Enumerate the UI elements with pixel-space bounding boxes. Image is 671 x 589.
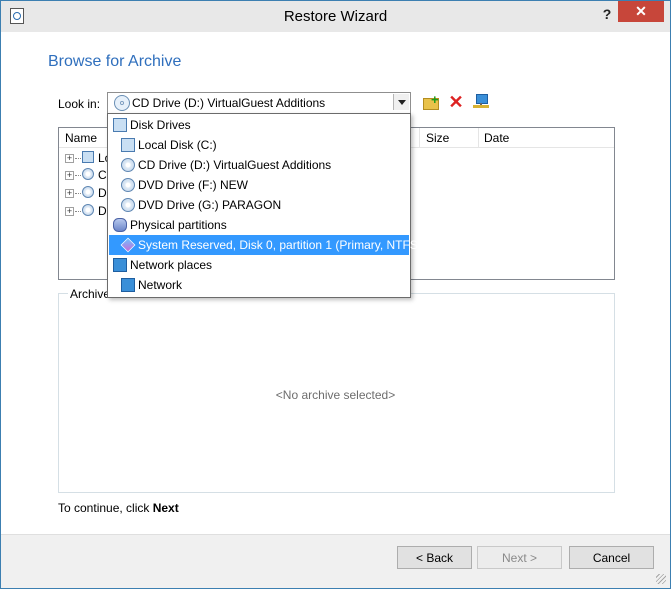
cd-drive-icon — [82, 186, 94, 198]
disk-drives-icon — [113, 118, 127, 132]
plus-icon: + — [431, 92, 439, 107]
continue-prefix: To continue, click — [58, 501, 153, 515]
new-folder-button[interactable]: + — [423, 92, 439, 110]
dropdown-item-label: Local Disk (C:) — [138, 138, 217, 152]
back-button[interactable]: < Back — [397, 546, 472, 569]
look-in-dropdown-list[interactable]: Disk Drives Local Disk (C:) CD Drive (D:… — [107, 113, 422, 298]
no-archive-text: <No archive selected> — [275, 388, 396, 402]
network-icon — [121, 278, 135, 292]
dropdown-item-system-reserved[interactable]: System Reserved, Disk 0, partition 1 (Pr… — [108, 234, 422, 256]
look-in-value: CD Drive (D:) VirtualGuest Additions — [132, 96, 326, 110]
expand-icon[interactable]: + — [65, 207, 74, 216]
restore-wizard-window: Restore Wizard ? ✕ Browse for Archive Lo… — [0, 0, 671, 589]
look-in-label: Look in: — [58, 97, 101, 111]
column-size[interactable]: Size — [426, 131, 449, 145]
close-button[interactable]: ✕ — [618, 1, 664, 22]
tree-connector — [75, 158, 81, 159]
dropdown-item-label: Physical partitions — [130, 218, 227, 232]
tree-connector — [75, 175, 81, 176]
help-button[interactable]: ? — [595, 4, 619, 24]
dropdown-item-label: DVD Drive (F:) NEW — [138, 178, 248, 192]
continue-emphasis: Next — [152, 501, 179, 515]
partition-icon — [113, 218, 127, 232]
window-title: Restore Wizard — [283, 8, 388, 25]
page-title: Browse for Archive — [48, 53, 182, 70]
cd-drive-icon — [114, 95, 130, 111]
dropdown-item-dvd-drive-f[interactable]: DVD Drive (F:) NEW — [109, 175, 409, 195]
resize-grip[interactable] — [656, 574, 666, 584]
network-icon-base — [473, 105, 489, 108]
dropdown-item-label: Disk Drives — [130, 118, 191, 132]
cd-drive-icon — [82, 204, 94, 216]
dvd-drive-icon — [121, 178, 135, 192]
look-in-combobox[interactable]: CD Drive (D:) VirtualGuest Additions — [107, 92, 411, 114]
dropdown-item-physical-partitions[interactable]: Physical partitions — [109, 215, 409, 235]
disk-icon — [82, 151, 94, 163]
dropdown-item-network-places[interactable]: Network places — [109, 255, 409, 275]
column-divider[interactable] — [478, 128, 479, 147]
network-icon — [476, 94, 488, 104]
dropdown-item-local-disk[interactable]: Local Disk (C:) — [109, 135, 409, 155]
column-date[interactable]: Date — [484, 131, 509, 145]
dvd-drive-icon — [121, 198, 135, 212]
dropdown-item-label: DVD Drive (G:) PARAGON — [138, 198, 282, 212]
dropdown-item-dvd-drive-g[interactable]: DVD Drive (G:) PARAGON — [109, 195, 409, 215]
tree-item-label: D — [98, 204, 107, 218]
expand-icon[interactable]: + — [65, 171, 74, 180]
continue-instruction: To continue, click Next — [58, 501, 179, 515]
network-icon — [113, 258, 127, 272]
cd-drive-icon — [121, 158, 135, 172]
expand-icon[interactable]: + — [65, 189, 74, 198]
tree-connector — [75, 211, 81, 212]
tree-item-label: C — [98, 168, 107, 182]
dropdown-item-label: CD Drive (D:) VirtualGuest Additions — [138, 158, 332, 172]
dropdown-item-label: Network places — [130, 258, 213, 272]
disk-icon — [121, 138, 135, 152]
cancel-button[interactable]: Cancel — [569, 546, 654, 569]
expand-icon[interactable]: + — [65, 154, 74, 163]
delete-icon: ✕ — [448, 92, 464, 112]
dropdown-item-label: Network — [138, 278, 183, 292]
dropdown-item-network[interactable]: Network — [109, 275, 409, 295]
column-divider[interactable] — [419, 128, 420, 147]
delete-button[interactable]: ✕ — [448, 92, 464, 112]
dropdown-item-disk-drives[interactable]: Disk Drives — [109, 115, 409, 135]
chevron-down-icon[interactable] — [393, 94, 409, 110]
dropdown-item-label: System Reserved, Disk 0, partition 1 (Pr… — [138, 238, 422, 252]
dropdown-item-cd-drive[interactable]: CD Drive (D:) VirtualGuest Additions — [109, 155, 409, 175]
tree-connector — [75, 193, 81, 194]
cd-drive-icon — [82, 168, 94, 180]
network-button[interactable] — [473, 94, 489, 110]
title-bar: Restore Wizard ? ✕ — [1, 1, 670, 32]
partition-icon — [120, 237, 136, 253]
tree-item-label: D — [98, 186, 107, 200]
column-name[interactable]: Name — [65, 131, 97, 145]
next-button[interactable]: Next > — [477, 546, 562, 569]
